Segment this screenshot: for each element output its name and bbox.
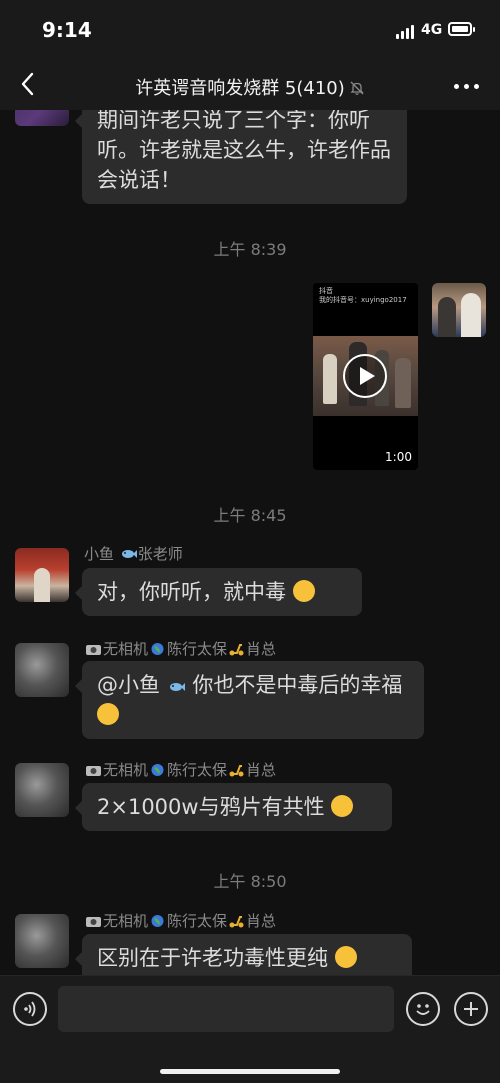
message-text: 你也不是中毒后的幸福 — [185, 673, 403, 697]
message-text: 期间许老只说了三个字：你听听。许老就是这么牛，许老作品会说话！ — [97, 110, 391, 192]
chat-title-text: 许英谔音响发烧群 5(410) — [135, 78, 345, 99]
crying-emoji-icon — [334, 946, 357, 968]
message-text: 2×1000w与鸦片有共性 — [97, 795, 325, 819]
avatar[interactable] — [15, 110, 69, 126]
scooter-icon — [229, 916, 244, 928]
video-message[interactable]: 抖音 我的抖音号：xuyingo2017 1:00 — [313, 283, 418, 470]
voice-icon[interactable] — [13, 992, 47, 1026]
network-label: 4G — [421, 22, 443, 38]
timestamp: 上午 8:39 — [213, 240, 287, 259]
signal-icon — [396, 25, 416, 39]
my-avatar[interactable] — [432, 283, 486, 337]
avatar[interactable] — [15, 643, 69, 697]
fish-icon — [169, 683, 185, 691]
camera-icon — [86, 917, 101, 927]
sender-name: 无相机 陈行太保 肖总 — [84, 638, 276, 659]
timestamp: 上午 8:50 — [213, 872, 287, 891]
plus-icon[interactable] — [454, 992, 488, 1026]
home-indicator — [160, 1069, 340, 1074]
play-icon[interactable] — [343, 354, 387, 398]
timestamp: 上午 8:45 — [213, 506, 287, 525]
message-text: 区别在于许老功毒性更纯 — [97, 946, 328, 970]
message-bubble[interactable]: 期间许老只说了三个字：你听听。许老就是这么牛，许老作品会说话！ — [75, 110, 407, 204]
laughing-emoji-icon — [97, 703, 119, 725]
emoji-icon[interactable] — [406, 992, 440, 1026]
scooter-icon — [229, 765, 244, 777]
avatar-person-right — [461, 293, 481, 337]
globe-icon — [151, 764, 164, 776]
video-watermark: 抖音 我的抖音号：xuyingo2017 — [319, 287, 407, 305]
sender-name: 无相机 陈行太保 肖总 — [84, 759, 276, 780]
sender-name: 小鱼 张老师 — [84, 545, 183, 563]
mention-text: @小鱼 — [97, 673, 167, 697]
input-bar — [0, 975, 500, 1083]
chat-header: 许英谔音响发烧群 5(410) — [0, 62, 500, 111]
avatar[interactable] — [15, 763, 69, 817]
message-list[interactable]: 期间许老只说了三个字：你听听。许老就是这么牛，许老作品会说话！ 上午 8:39 … — [0, 110, 500, 975]
camera-icon — [86, 766, 101, 776]
status-bar: 9:14 4G — [0, 0, 500, 62]
globe-icon — [151, 643, 164, 655]
video-duration: 1:00 — [385, 450, 412, 464]
message-text: 对，你听听，就中毒 — [97, 580, 286, 604]
fish-icon — [121, 550, 137, 558]
battery-icon — [448, 22, 475, 36]
sender-name: 无相机 陈行太保 肖总 — [84, 910, 276, 931]
bell-off-icon — [350, 81, 364, 95]
tiktok-label: 抖音 — [319, 287, 333, 295]
status-time: 9:14 — [42, 18, 92, 42]
message-bubble[interactable]: @小鱼 你也不是中毒后的幸福 — [75, 661, 424, 739]
scooter-icon — [229, 644, 244, 656]
message-bubble[interactable]: 区别在于许老功毒性更纯 — [75, 934, 412, 975]
grinning-emoji-icon — [331, 795, 354, 817]
avatar[interactable] — [15, 914, 69, 968]
message-bubble[interactable]: 2×1000w与鸦片有共性 — [75, 783, 392, 831]
tiktok-account: 我的抖音号：xuyingo2017 — [319, 296, 407, 304]
chat-title: 许英谔音响发烧群 5(410) — [0, 74, 500, 100]
more-dots-icon[interactable] — [454, 84, 480, 90]
thinking-emoji-icon — [292, 580, 315, 602]
avatar-person-left — [438, 297, 456, 337]
message-input[interactable] — [58, 986, 394, 1032]
globe-icon — [151, 915, 164, 927]
avatar-person — [34, 568, 50, 602]
camera-icon — [86, 645, 101, 655]
message-bubble[interactable]: 对，你听听，就中毒 — [75, 568, 362, 616]
avatar[interactable] — [15, 548, 69, 602]
